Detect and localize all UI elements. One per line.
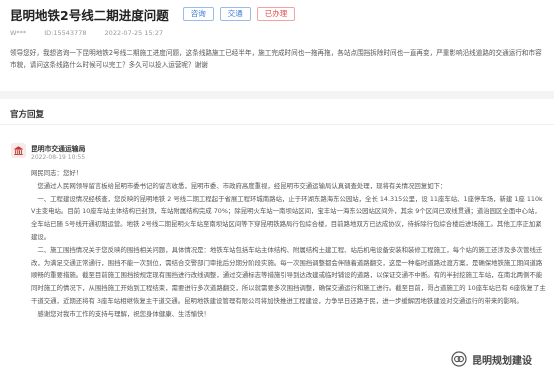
question-text: 领导您好，我想咨询一下昆明地铁2号线二期施工进度问题，这条线路施工已经半年，施工… bbox=[10, 49, 542, 69]
status-badge: 已办理 bbox=[256, 7, 296, 21]
reply-paragraph: 您通过人民网领导留言板给昆明市委书记的留言收悉，昆明市委、市政府高度重视，经昆明… bbox=[37, 181, 447, 190]
user-name: W*** bbox=[10, 29, 27, 37]
post-meta: W*** ID:15543778 2022-07-25 15:27 bbox=[10, 29, 179, 37]
post-id: ID:15543778 bbox=[44, 29, 87, 37]
reply-paragraph: 一、工程建设情况经核查，您反映的昆明地铁 2 号线二期工程起于省展工程环城南路站… bbox=[31, 194, 543, 241]
tag-traffic[interactable]: 交通 bbox=[219, 7, 251, 21]
org-name: 昆明市交通运输局 bbox=[31, 145, 86, 153]
post-date: 2022-07-25 15:27 bbox=[104, 29, 164, 37]
section-underline bbox=[0, 124, 554, 125]
tag-consult[interactable]: 咨询 bbox=[182, 7, 214, 21]
section-divider bbox=[0, 91, 554, 99]
reply-greeting: 网民同志：您好！ bbox=[31, 169, 83, 177]
org-avatar-icon bbox=[11, 143, 26, 158]
header: 昆明地铁2号线二期进度问题 咨询 交通 已办理 bbox=[10, 5, 296, 23]
page-title: 昆明地铁2号线二期进度问题 bbox=[10, 7, 169, 23]
reply-date: 2022-08-19 10:55 bbox=[31, 154, 86, 161]
reply-paragraph: 二、施工围挡情况关于您反映的围挡相关问题，具体情况是：地铁车站包括车站主体结构、… bbox=[31, 245, 546, 305]
reply-body: 网民同志：您好！ 您通过人民网领导留言板给昆明市委书记的留言收悉，昆明市委、市政… bbox=[31, 167, 547, 321]
watermark: 昆明规划建设 bbox=[451, 351, 532, 367]
section-title: 官方回复 bbox=[10, 110, 45, 120]
reply-closing: 感谢您对我市工作的支持与理解，祝您身体健康、生活愉快！ bbox=[37, 309, 210, 318]
watermark-text: 昆明规划建设 bbox=[472, 355, 532, 367]
wechat-public-account-icon bbox=[451, 351, 467, 367]
